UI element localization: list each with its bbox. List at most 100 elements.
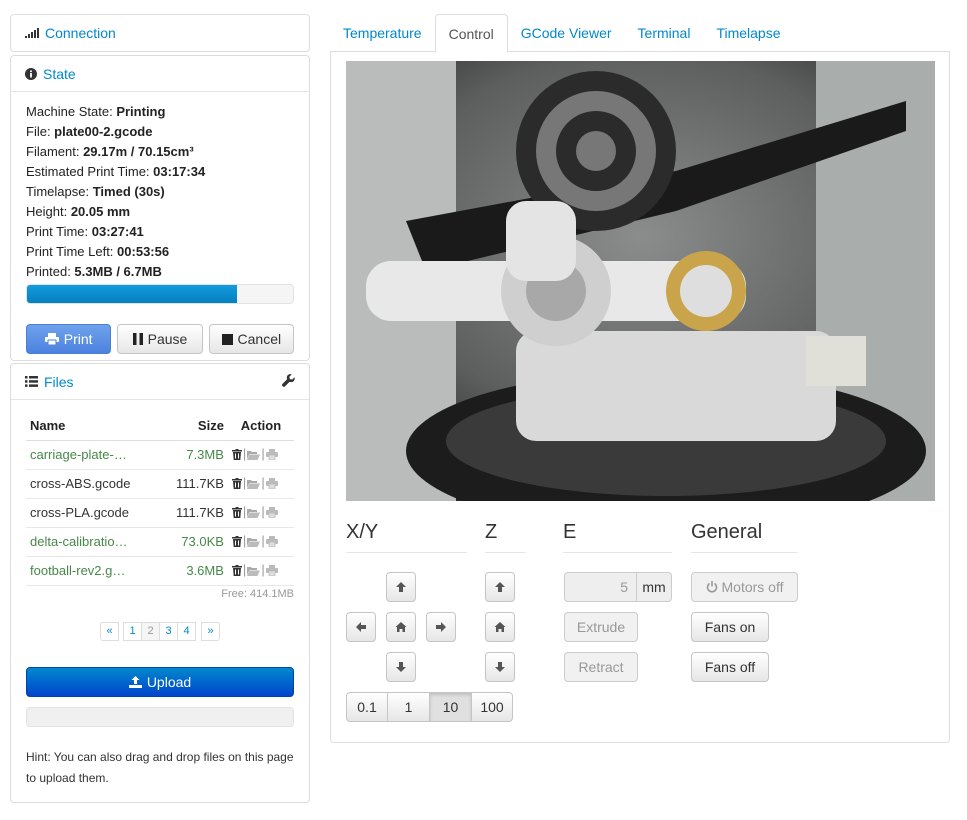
pagination-page-2[interactable]: 2 (141, 621, 160, 641)
extrude-amount-input[interactable]: 5 (564, 572, 637, 602)
trash-icon[interactable] (231, 448, 242, 463)
arrow-right-icon (436, 622, 446, 632)
pagination-page-1[interactable]: 1 (123, 621, 142, 641)
step-size-group: 0.1 1 10 100 (346, 692, 513, 722)
print-icon[interactable] (265, 564, 278, 579)
state-label: Print Time Left: (26, 244, 118, 259)
stop-icon (221, 333, 233, 345)
print-icon[interactable] (265, 535, 278, 550)
tab-terminal[interactable]: Terminal (625, 14, 704, 52)
file-name[interactable]: football-rev2.g… (26, 556, 160, 586)
print-icon[interactable] (265, 448, 278, 463)
upload-button[interactable]: Upload (26, 666, 294, 697)
y-plus-button[interactable] (386, 572, 416, 602)
step-100-button[interactable]: 100 (471, 692, 513, 722)
upload-icon (128, 675, 142, 688)
print-icon (44, 333, 59, 345)
webcam-stream (346, 61, 935, 501)
pagination-page-3[interactable]: 3 (159, 621, 178, 641)
files-header[interactable]: Files (11, 364, 309, 400)
step-0-1-button[interactable]: 0.1 (346, 692, 388, 722)
print-progress-bar (26, 284, 294, 304)
wrench-icon[interactable] (282, 373, 295, 390)
extrude-amount-input-group: 5 mm (564, 572, 672, 602)
z-plus-button[interactable] (485, 572, 515, 602)
files-table: Name Size Action carriage-plate-… 7.3MB | |… (26, 412, 294, 586)
file-row[interactable]: football-rev2.g… 3.6MB | | (26, 556, 294, 586)
state-row-estimated-time: Estimated Print Time: 03:17:34 (26, 162, 294, 182)
pagination: « 1 2 3 4 » (26, 621, 294, 641)
file-size: 111.7KB (159, 469, 228, 499)
home-icon (395, 622, 407, 632)
retract-button[interactable]: Retract (564, 652, 638, 682)
file-name[interactable]: delta-calibratio… (26, 527, 160, 557)
file-name[interactable]: cross-PLA.gcode (26, 498, 160, 528)
list-icon (25, 376, 38, 387)
state-value: plate00-2.gcode (54, 124, 153, 139)
state-label: Estimated Print Time: (26, 164, 154, 179)
state-label: Filament: (26, 144, 84, 159)
state-value: Timed (30s) (92, 184, 165, 199)
state-row-height: Height: 20.05 mm (26, 202, 294, 222)
tab-gcode-viewer[interactable]: GCode Viewer (508, 14, 625, 52)
file-row[interactable]: cross-ABS.gcode 111.7KB | | (26, 469, 294, 499)
extrude-button[interactable]: Extrude (564, 612, 638, 642)
motors-off-button[interactable]: Motors off (691, 572, 798, 602)
main-tabs: Temperature Control GCode Viewer Termina… (330, 14, 950, 53)
file-size: 3.6MB (159, 556, 228, 586)
arrow-down-icon (495, 662, 505, 672)
print-icon[interactable] (265, 477, 278, 492)
folder-open-icon[interactable] (247, 506, 261, 521)
pagination-page-4[interactable]: 4 (177, 621, 196, 641)
cancel-label: Cancel (237, 331, 282, 347)
file-name[interactable]: carriage-plate-… (26, 440, 160, 470)
file-row[interactable]: delta-calibratio… 73.0KB | | (26, 527, 294, 557)
pagination-last[interactable]: » (201, 621, 220, 641)
x-minus-button[interactable] (346, 612, 376, 642)
arrow-down-icon (396, 662, 406, 672)
step-10-button[interactable]: 10 (429, 692, 472, 722)
state-value: 5.3MB / 6.7MB (74, 264, 162, 279)
trash-icon[interactable] (231, 564, 242, 579)
cancel-button[interactable]: Cancel (208, 324, 294, 354)
files-panel: Files Name Size Action carriage-plate-… 7… (10, 363, 310, 803)
file-row[interactable]: cross-PLA.gcode 111.7KB | | (26, 498, 294, 528)
folder-open-icon[interactable] (247, 477, 261, 492)
xy-home-button[interactable] (386, 612, 416, 642)
trash-icon[interactable] (231, 477, 242, 492)
tab-timelapse[interactable]: Timelapse (703, 14, 793, 52)
z-home-button[interactable] (485, 612, 515, 642)
x-plus-button[interactable] (426, 612, 456, 642)
print-progress-fill (27, 285, 238, 303)
y-minus-button[interactable] (386, 652, 416, 682)
trash-icon[interactable] (231, 535, 242, 550)
xy-header: X/Y (346, 521, 467, 553)
column-name[interactable]: Name (26, 412, 160, 441)
folder-open-icon[interactable] (247, 448, 261, 463)
z-minus-button[interactable] (485, 652, 515, 682)
file-row[interactable]: carriage-plate-… 7.3MB | | (26, 440, 294, 470)
state-row-timelapse: Timelapse: Timed (30s) (26, 182, 294, 202)
tab-control[interactable]: Control (434, 14, 508, 53)
step-1-button[interactable]: 1 (387, 692, 430, 722)
tab-temperature[interactable]: Temperature (330, 14, 435, 52)
general-header: General (691, 521, 798, 553)
state-value: 29.17m / 70.15cm³ (83, 144, 194, 159)
pagination-first[interactable]: « (100, 621, 119, 641)
print-button[interactable]: Print (26, 324, 112, 354)
fans-off-button[interactable]: Fans off (691, 652, 769, 682)
signal-icon (25, 28, 39, 38)
state-header[interactable]: State (11, 56, 309, 92)
state-row-file: File: plate00-2.gcode (26, 122, 294, 142)
folder-open-icon[interactable] (247, 564, 261, 579)
file-name[interactable]: cross-ABS.gcode (26, 469, 160, 499)
file-size: 73.0KB (159, 527, 228, 557)
file-actions: | | (227, 440, 294, 470)
folder-open-icon[interactable] (247, 535, 261, 550)
connection-header[interactable]: Connection (11, 15, 309, 51)
trash-icon[interactable] (231, 506, 242, 521)
fans-on-button[interactable]: Fans on (691, 612, 769, 642)
column-size[interactable]: Size (159, 412, 228, 441)
pause-button[interactable]: Pause (117, 324, 203, 354)
print-icon[interactable] (265, 506, 278, 521)
